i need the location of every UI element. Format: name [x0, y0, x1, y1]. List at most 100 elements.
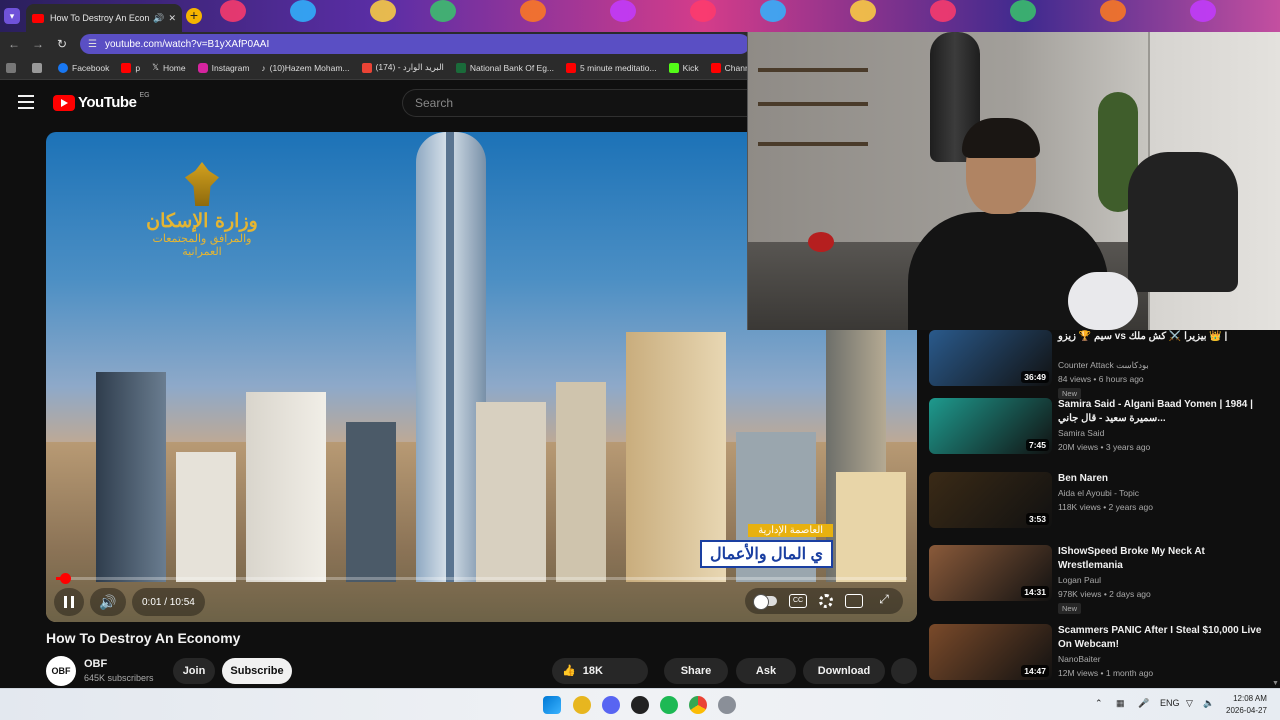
- wallpaper-shape: [760, 0, 786, 22]
- menu-icon[interactable]: [18, 95, 34, 109]
- subtitles-cc-icon[interactable]: CC: [789, 594, 807, 608]
- video-duration: 3:53: [1025, 513, 1049, 525]
- bookmark-item[interactable]: Kick: [668, 62, 699, 73]
- cam-chair: [1128, 152, 1238, 292]
- settings-gear-icon[interactable]: [819, 594, 833, 608]
- recommendation-title[interactable]: Samira Said - Algani Baad Yomen | 1984 |…: [1058, 398, 1268, 426]
- video-thumbnail[interactable]: 14:47: [929, 624, 1052, 680]
- recommendation-title[interactable]: سيم 🏆 زيزو vs بيزيرا ⚔️ كش ملك 👑 |: [1058, 330, 1268, 344]
- scroll-down-icon[interactable]: ▼: [1272, 680, 1279, 688]
- audio-playing-icon[interactable]: 🔊: [153, 13, 164, 24]
- search-input[interactable]: Search: [402, 89, 752, 117]
- recommendation-channel[interactable]: Counter Attack بودكاست: [1058, 360, 1149, 371]
- bookmark-item[interactable]: National Bank Of Eg...: [455, 62, 554, 73]
- recommendation-channel[interactable]: Logan Paul: [1058, 575, 1101, 585]
- language-indicator[interactable]: ENG: [1160, 698, 1180, 708]
- video-thumbnail[interactable]: 36:49: [929, 330, 1052, 386]
- recommendation-title[interactable]: Ben Naren: [1058, 472, 1268, 486]
- tray-chevron-icon[interactable]: ⌃: [1095, 698, 1103, 709]
- windows-taskbar: ⌃ ▦ 🎤 ENG ▽ 🔈 12:08 AM 2026-04-27: [0, 688, 1280, 720]
- network-icon[interactable]: ▽: [1186, 698, 1193, 709]
- emblem-line2: والمرافق والمجتمعات العمرانية: [152, 232, 252, 258]
- recommendation-title[interactable]: Scammers PANIC After I Steal $10,000 Liv…: [1058, 624, 1268, 652]
- ask-button[interactable]: Ask: [736, 658, 796, 684]
- app-icon[interactable]: [573, 696, 591, 714]
- close-tab-icon[interactable]: ✕: [168, 13, 176, 24]
- volume-icon[interactable]: 🔈: [1203, 698, 1214, 709]
- bookmark-item[interactable]: Instagram: [197, 62, 249, 73]
- bookmark-item[interactable]: Facebook: [58, 62, 109, 73]
- windows-start-icon[interactable]: [543, 696, 561, 714]
- volume-icon[interactable]: 🔊: [90, 588, 126, 616]
- time-display: 0:01 / 10:54: [132, 588, 205, 616]
- kick-icon: [668, 62, 679, 73]
- download-button[interactable]: Download: [803, 658, 885, 684]
- youtube-logo[interactable]: YouTube EG: [53, 92, 150, 111]
- recommendation-item[interactable]: 36:49 سيم 🏆 زيزو vs بيزيرا ⚔️ كش ملك 👑 | C…: [929, 330, 1269, 404]
- recommendation-channel[interactable]: Aida el Ayoubi - Topic: [1058, 488, 1139, 498]
- channel-name[interactable]: OBF: [84, 658, 107, 670]
- recommendation-item[interactable]: 3:53 Ben Naren Aida el Ayoubi - Topic 118K …: [929, 472, 1269, 546]
- progress-scrubber[interactable]: [59, 573, 71, 584]
- subscribe-button[interactable]: Subscribe: [222, 658, 292, 684]
- recommendation-channel[interactable]: NanoBaiter: [1058, 654, 1101, 664]
- fullscreen-icon[interactable]: ⤢: [875, 593, 893, 608]
- pause-button[interactable]: [54, 588, 84, 616]
- discord-icon[interactable]: [602, 696, 620, 714]
- site-info-icon[interactable]: ☰: [88, 39, 97, 50]
- channel-avatar[interactable]: OBF: [46, 656, 76, 686]
- bookmark-label: (10)Hazem Moham...: [269, 62, 350, 73]
- bookmark-apps-icon[interactable]: [6, 62, 20, 73]
- obs-icon[interactable]: [631, 696, 649, 714]
- share-button[interactable]: Share: [664, 658, 728, 684]
- clock-date: 2026-04-27: [1226, 706, 1267, 715]
- wallpaper-shape: [220, 0, 246, 22]
- bookmark-grid-icon[interactable]: [32, 62, 46, 73]
- spotify-icon[interactable]: [660, 696, 678, 714]
- caption-top: العاصمة الإدارية: [748, 524, 834, 537]
- emblem-line1: وزارة الإسكان: [146, 210, 258, 232]
- bookmark-item[interactable]: ♪ (10)Hazem Moham...: [261, 63, 349, 73]
- system-clock[interactable]: 12:08 AM 2026-04-27: [1226, 693, 1267, 717]
- bookmark-label: Home: [162, 62, 186, 73]
- recommendation-item[interactable]: 7:45 Samira Said - Algani Baad Yomen | 19…: [929, 398, 1269, 472]
- gmail-icon: [361, 62, 372, 73]
- video-thumbnail[interactable]: 3:53: [929, 472, 1052, 528]
- bookmark-label: p: [135, 62, 141, 73]
- video-thumbnail[interactable]: 14:31: [929, 545, 1052, 601]
- autoplay-toggle[interactable]: [753, 594, 777, 610]
- bookmark-item[interactable]: p: [121, 62, 141, 73]
- video-duration: 7:45: [1025, 439, 1049, 451]
- country-code: EG: [139, 92, 150, 99]
- tab-active[interactable]: How To Destroy An Economy 🔊 ✕: [26, 4, 182, 32]
- chrome-icon[interactable]: [689, 696, 707, 714]
- tray-app-icon[interactable]: ▦: [1116, 698, 1125, 709]
- miniplayer-icon[interactable]: [845, 594, 863, 608]
- reload-icon[interactable]: ↻: [54, 36, 70, 52]
- back-arrow-icon[interactable]: ←: [6, 36, 22, 52]
- join-button[interactable]: Join: [173, 658, 215, 684]
- recommendation-item[interactable]: 14:47 Scammers PANIC After I Steal $10,00…: [929, 624, 1269, 698]
- recommendation-title[interactable]: IShowSpeed Broke My Neck At Wrestlemania: [1058, 545, 1268, 573]
- instagram-icon: [197, 62, 208, 73]
- bookmark-item[interactable]: (174) - البريد الوارد: [361, 62, 444, 73]
- bookmark-item[interactable]: 𝕏 Home: [152, 62, 186, 73]
- tab-search-button[interactable]: ▾: [4, 8, 20, 24]
- video-thumbnail[interactable]: 7:45: [929, 398, 1052, 454]
- video-caption: العاصمة الإدارية ي المال والأعمال: [700, 520, 834, 568]
- progress-bar[interactable]: [56, 573, 907, 584]
- more-actions-button[interactable]: [891, 658, 917, 684]
- recommendation-channel[interactable]: Samira Said: [1058, 428, 1104, 438]
- like-button[interactable]: 👍 18K: [552, 658, 648, 684]
- recommendation-item[interactable]: 14:31 IShowSpeed Broke My Neck At Wrestle…: [929, 545, 1269, 619]
- microphone-icon[interactable]: 🎤: [1138, 698, 1149, 709]
- forward-arrow-icon[interactable]: →: [30, 36, 46, 52]
- bookmark-item[interactable]: 5 minute meditatio...: [566, 62, 657, 73]
- video-building: [836, 472, 906, 582]
- youtube-favicon-icon: [32, 13, 44, 23]
- new-tab-button[interactable]: +: [186, 8, 202, 24]
- wallpaper-shape: [930, 0, 956, 22]
- scrollbar[interactable]: ▼: [1271, 330, 1280, 688]
- url-input[interactable]: ☰ youtube.com/watch?v=B1yXAfP0AAI: [80, 34, 750, 54]
- settings-gear-icon[interactable]: [718, 696, 736, 714]
